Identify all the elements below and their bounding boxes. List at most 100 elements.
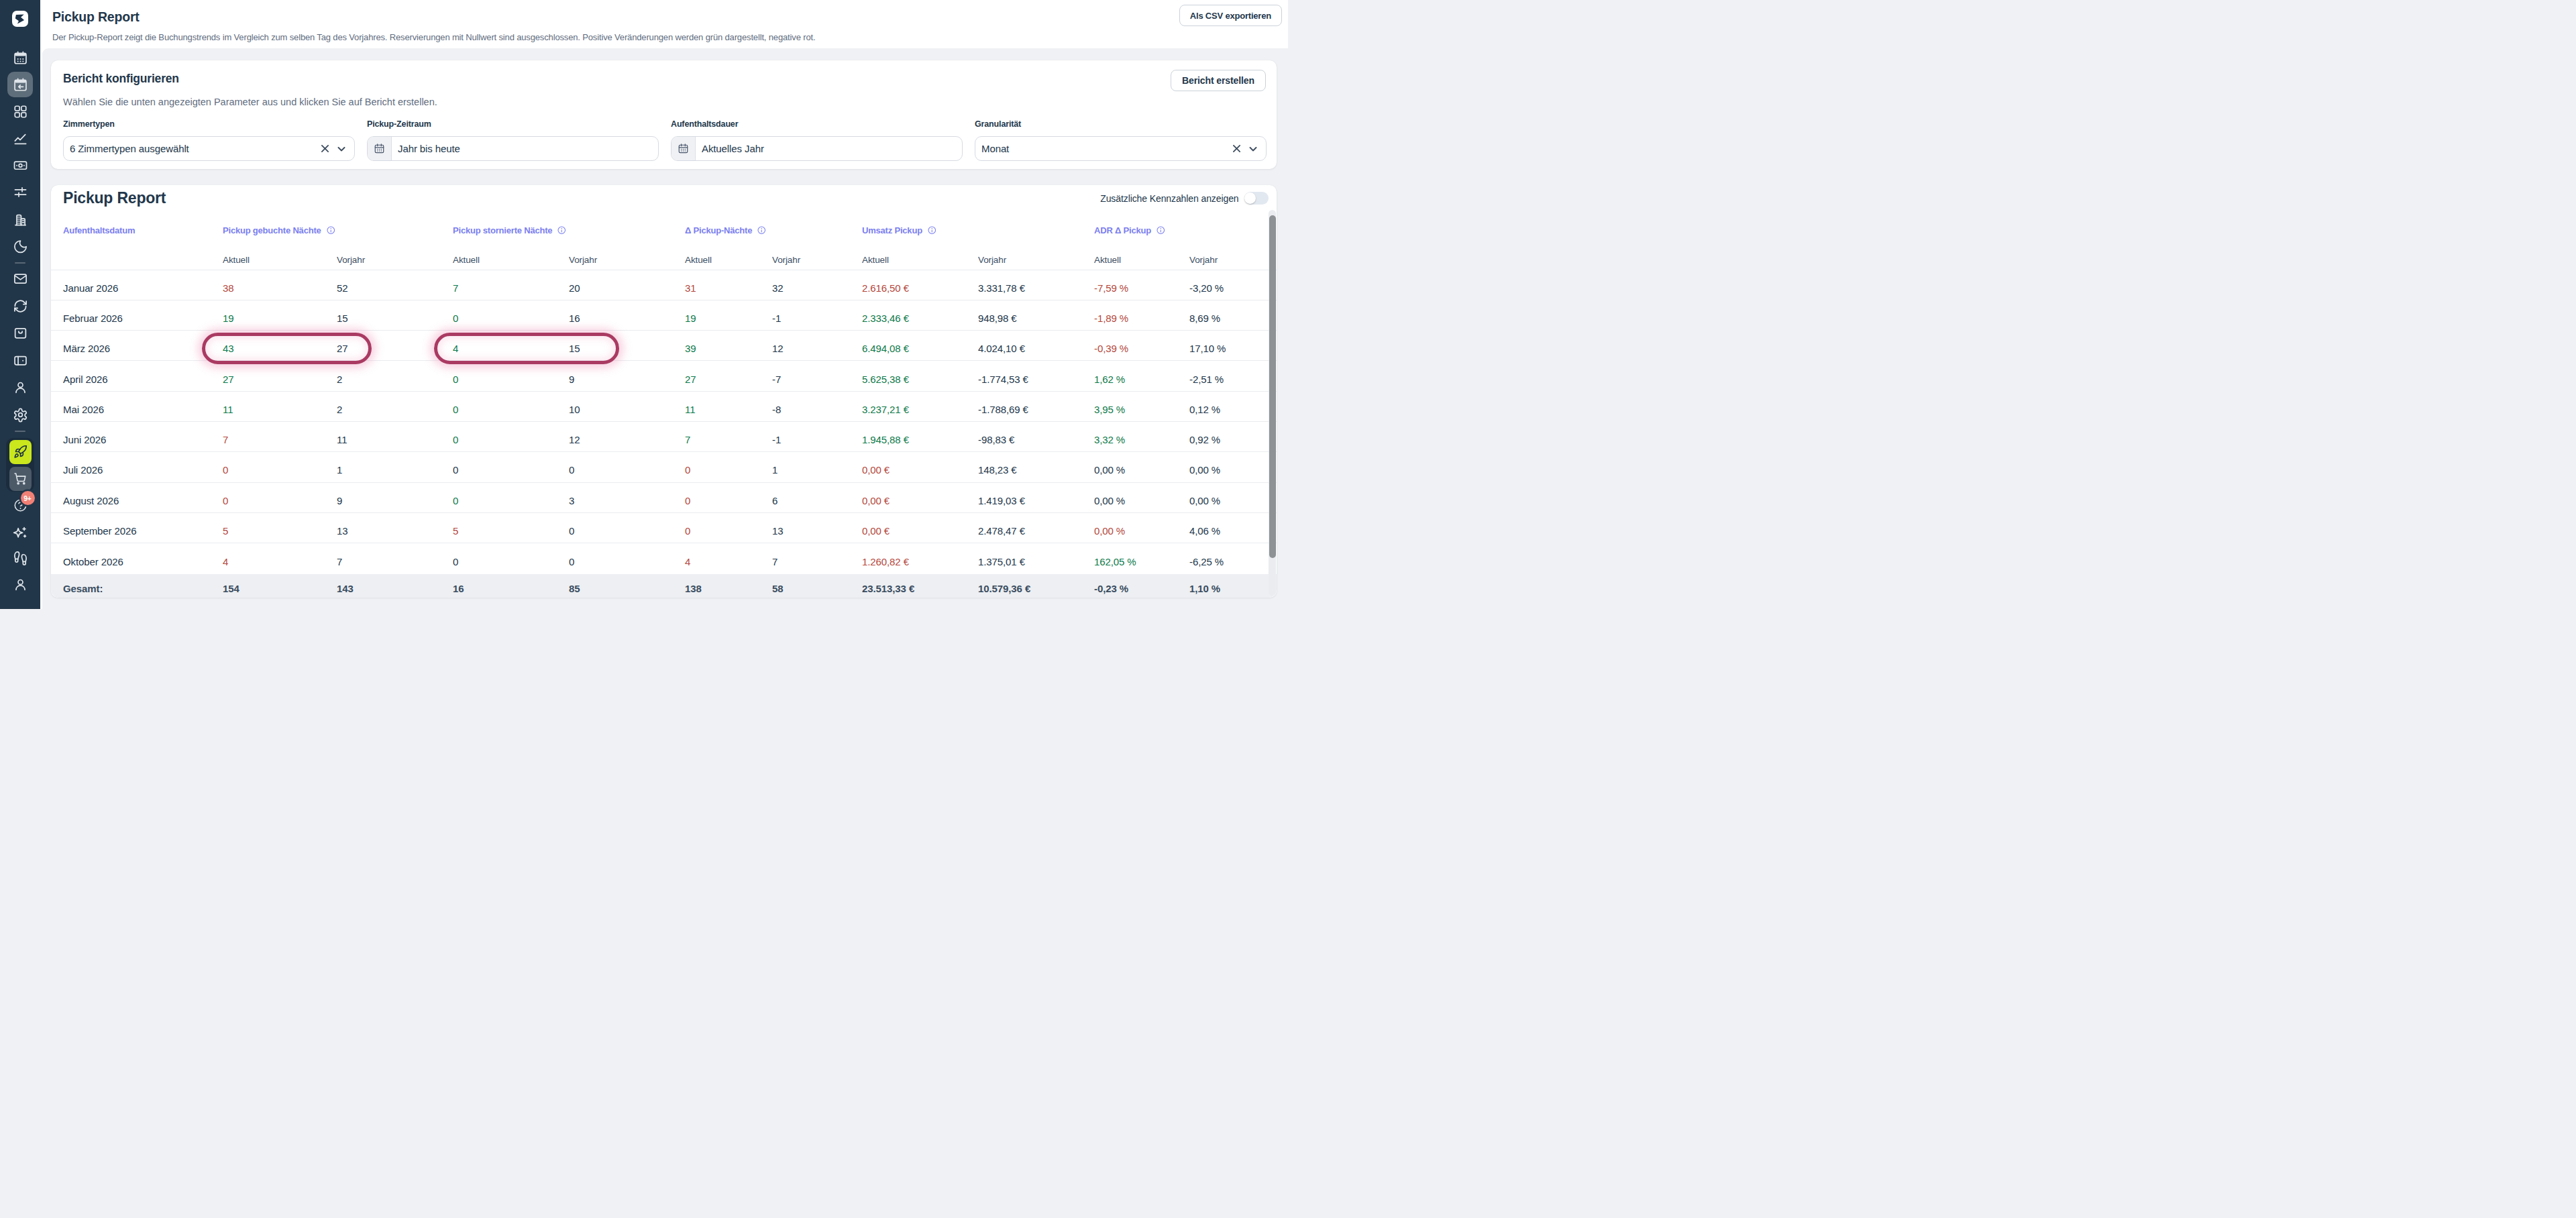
stay-duration-input[interactable]: Aktuelles Jahr <box>671 136 963 161</box>
sidebar-item-sync[interactable] <box>13 298 28 314</box>
info-icon[interactable] <box>1157 226 1165 237</box>
sidebar-item-apps-grid[interactable] <box>13 104 28 119</box>
row-label: Juli 2026 <box>63 464 103 476</box>
table-row: Juli 20260100010,00 €148,23 €0,00 %0,00 … <box>51 452 1277 482</box>
extra-metrics-toggle[interactable] <box>1244 192 1269 205</box>
cell-value: 0 <box>453 464 458 476</box>
calendar-icon <box>672 137 696 160</box>
cell-value: 7 <box>685 434 690 445</box>
column-header-revenue[interactable]: Umsatz Pickup <box>862 225 936 237</box>
chevron-down-icon[interactable] <box>1248 137 1258 160</box>
cell-value: 12 <box>569 434 580 445</box>
sidebar-item-night-mode[interactable] <box>13 239 28 254</box>
subcol-vorjahr: Vorjahr <box>569 255 597 265</box>
sidebar-item-property[interactable] <box>13 212 28 227</box>
sidebar-item-settings-gear[interactable] <box>13 407 28 423</box>
table-scrollbar-track[interactable] <box>1269 210 1276 596</box>
cell-value: 0 <box>569 525 574 537</box>
cell-value: 0,92 % <box>1189 434 1220 445</box>
info-icon[interactable] <box>757 226 766 237</box>
cell-value: 1 <box>337 464 342 476</box>
cell-value: 1.419,03 € <box>978 494 1025 506</box>
cell-value: 0,12 % <box>1189 403 1220 414</box>
cell-value: 0 <box>453 555 458 567</box>
clear-icon[interactable] <box>321 137 329 160</box>
toggle-knob <box>1244 192 1256 204</box>
cell-value: 2.333,46 € <box>862 312 909 323</box>
table-scrollbar-thumb[interactable] <box>1269 215 1276 558</box>
sidebar-item-guests[interactable] <box>13 380 28 395</box>
column-header-adr[interactable]: ADR Δ Pickup <box>1094 225 1165 237</box>
sidebar-item-account[interactable] <box>13 577 28 592</box>
column-header-booked[interactable]: Pickup gebuchte Nächte <box>223 225 335 237</box>
content-background: Bericht konfigurieren Wählen Sie die unt… <box>42 48 1289 610</box>
info-icon[interactable] <box>327 226 335 237</box>
pickup-period-input[interactable]: Jahr bis heute <box>367 136 659 161</box>
sidebar-divider <box>15 262 25 264</box>
highlight-oval-booked <box>202 333 372 365</box>
table-row: Januar 2026385272031322.616,50 €3.331,78… <box>51 270 1277 300</box>
sidebar-item-ai-sparkles[interactable] <box>13 525 28 541</box>
cell-value: 4 <box>223 555 228 567</box>
cell-value: 20 <box>569 282 580 293</box>
stay-duration-value: Aktuelles Jahr <box>696 143 764 154</box>
config-card-title: Bericht konfigurieren <box>63 72 179 86</box>
sidebar-item-boost-rocket[interactable] <box>9 440 32 464</box>
cell-value: 6 <box>772 494 777 506</box>
sidebar-item-analytics[interactable] <box>13 131 28 146</box>
column-header-cancelled[interactable]: Pickup stornierte Nächte <box>453 225 566 237</box>
cell-value: -98,83 € <box>978 434 1014 445</box>
chevron-down-icon[interactable] <box>337 137 346 160</box>
cell-value: -7,59 % <box>1094 282 1128 293</box>
sidebar-item-wallet[interactable] <box>13 353 28 368</box>
table-row: Oktober 20264700471.260,82 €1.375,01 €16… <box>51 543 1277 573</box>
cell-value: 38 <box>223 282 234 293</box>
sidebar-item-pickup-report[interactable] <box>13 77 28 93</box>
config-card-subtitle: Wählen Sie die unten angezeigten Paramet… <box>63 97 437 107</box>
filter-label: Granularität <box>975 119 1267 129</box>
cell-value: 0 <box>569 555 574 567</box>
clear-icon[interactable] <box>1232 137 1241 160</box>
sidebar-item-payments[interactable] <box>13 158 28 173</box>
cell-value: -8 <box>772 403 781 414</box>
cell-value: 10 <box>569 403 580 414</box>
sidebar-item-settings-sliders[interactable] <box>13 184 28 200</box>
cell-value: 32 <box>772 282 784 293</box>
column-header-date[interactable]: Aufenthaltsdatum <box>63 225 135 235</box>
cell-value: 3,95 % <box>1094 403 1125 414</box>
sidebar-item-footprints[interactable] <box>13 551 28 566</box>
cell-value: 3.237,21 € <box>862 403 909 414</box>
cell-value: -1.774,53 € <box>978 373 1028 384</box>
page-header: Pickup Report Der Pickup-Report zeigt di… <box>40 0 1288 48</box>
filter-label: Aufenthaltsdauer <box>671 119 963 129</box>
export-csv-button[interactable]: Als CSV exportieren <box>1179 5 1282 26</box>
sidebar: 9+ <box>0 0 40 609</box>
sidebar-item-shop[interactable] <box>13 325 28 341</box>
cell-value: 4 <box>685 555 690 567</box>
info-icon[interactable] <box>928 226 936 237</box>
granularity-value: Monat <box>975 143 1009 154</box>
sidebar-item-marketplace-cart[interactable] <box>9 467 32 491</box>
cell-value: 2 <box>337 403 342 414</box>
table-row: September 2026513500130,00 €2.478,47 €0,… <box>51 513 1277 543</box>
app-logo[interactable] <box>12 11 28 27</box>
create-report-button[interactable]: Bericht erstellen <box>1171 70 1266 91</box>
cell-value: 2.478,47 € <box>978 525 1025 537</box>
room-types-select[interactable]: 6 Zimmertypen ausgewählt <box>63 136 355 161</box>
cell-value: 15 <box>337 312 348 323</box>
column-header-delta[interactable]: Δ Pickup-Nächte <box>685 225 766 237</box>
sidebar-item-messages[interactable] <box>13 271 28 286</box>
table-row: Februar 2026191501619-12.333,46 €948,98 … <box>51 300 1277 331</box>
info-icon[interactable] <box>557 226 566 237</box>
cell-value: 2.616,50 € <box>862 282 909 293</box>
filter-stay-duration: Aufenthaltsdauer Aktuelles Jahr <box>671 119 963 129</box>
cell-value: 9 <box>337 494 342 506</box>
granularity-select[interactable]: Monat <box>975 136 1267 161</box>
cell-value: 2 <box>337 373 342 384</box>
row-label: September 2026 <box>63 525 137 537</box>
cell-value: 5 <box>223 525 228 537</box>
subcol-vorjahr: Vorjahr <box>772 255 800 265</box>
cell-value: 11 <box>685 403 695 414</box>
cell-value: 12 <box>772 343 784 354</box>
sidebar-item-calendar[interactable] <box>13 50 28 66</box>
